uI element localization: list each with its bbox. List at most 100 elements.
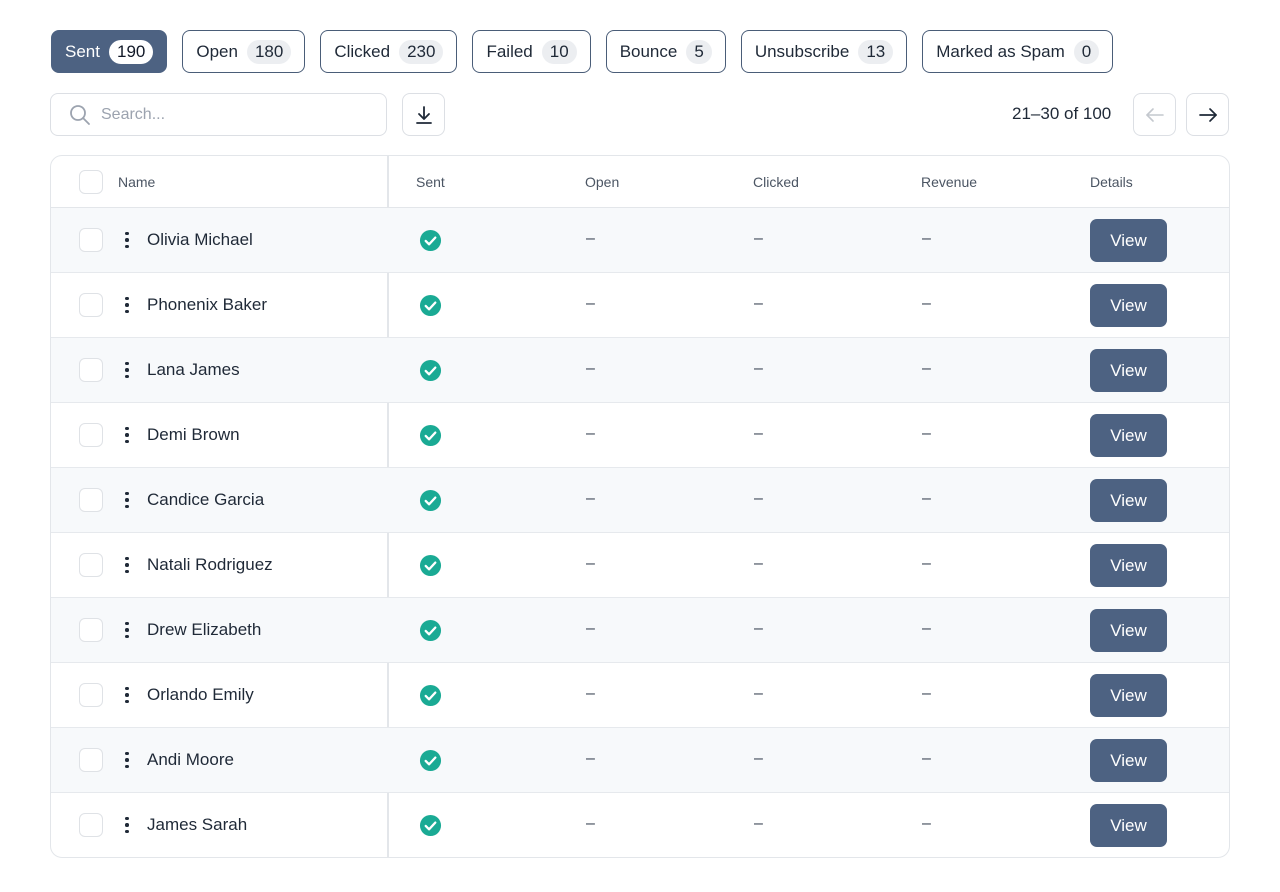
open-value: – xyxy=(586,425,595,442)
clicked-value: – xyxy=(754,750,763,767)
revenue-value: – xyxy=(922,425,931,442)
table-row: Lana James – – – View xyxy=(51,338,1229,403)
clicked-value: – xyxy=(754,815,763,832)
revenue-value: – xyxy=(922,555,931,572)
view-details-button[interactable]: View xyxy=(1090,349,1167,392)
more-options-icon[interactable] xyxy=(121,814,133,836)
column-header-revenue: Revenue xyxy=(921,174,978,190)
check-circle-icon xyxy=(419,489,442,512)
more-options-icon[interactable] xyxy=(121,684,133,706)
revenue-value: – xyxy=(922,360,931,377)
column-header-name: Name xyxy=(118,174,156,190)
download-icon xyxy=(415,105,432,124)
filter-tab-sent[interactable]: Sent 190 xyxy=(51,30,168,73)
row-checkbox[interactable] xyxy=(79,553,103,577)
view-details-button[interactable]: View xyxy=(1090,674,1167,717)
open-value: – xyxy=(586,815,595,832)
more-options-icon[interactable] xyxy=(121,489,133,511)
open-value: – xyxy=(586,360,595,377)
arrow-left-icon xyxy=(1145,107,1164,122)
view-details-button[interactable]: View xyxy=(1090,804,1167,847)
column-header-details: Details xyxy=(1090,174,1133,190)
filter-tab-label: Bounce xyxy=(619,41,678,61)
view-details-button[interactable]: View xyxy=(1090,414,1167,457)
table-row: Demi Brown – – – View xyxy=(51,403,1229,468)
clicked-value: – xyxy=(754,295,763,312)
more-options-icon[interactable] xyxy=(121,749,133,771)
clicked-value: – xyxy=(754,620,763,637)
search-box[interactable] xyxy=(50,93,387,136)
row-checkbox[interactable] xyxy=(79,293,103,317)
check-circle-icon xyxy=(419,229,442,252)
column-header-open: Open xyxy=(585,174,620,190)
recipient-name: Andi Moore xyxy=(147,750,234,769)
more-options-icon[interactable] xyxy=(121,359,133,381)
table-body: Olivia Michael – – – View Phonenix Baker – – – Vi… xyxy=(51,208,1229,857)
search-input[interactable] xyxy=(101,105,361,124)
filter-tab-unsubscribe[interactable]: Unsubscribe 13 xyxy=(740,30,908,73)
table-row: Phonenix Baker – – – View xyxy=(51,273,1229,338)
revenue-value: – xyxy=(922,620,931,637)
row-checkbox[interactable] xyxy=(79,423,103,447)
next-page-button[interactable] xyxy=(1186,93,1229,136)
previous-page-button[interactable] xyxy=(1133,93,1176,136)
open-value: – xyxy=(586,685,595,702)
more-options-icon[interactable] xyxy=(121,554,133,576)
filter-tab-open[interactable]: Open 180 xyxy=(182,30,306,73)
more-options-icon[interactable] xyxy=(121,424,133,446)
filter-tab-clicked[interactable]: Clicked 230 xyxy=(320,30,458,73)
table-row: Drew Elizabeth – – – View xyxy=(51,598,1229,663)
row-checkbox[interactable] xyxy=(79,488,103,512)
recipient-name: Phonenix Baker xyxy=(147,295,268,314)
row-checkbox[interactable] xyxy=(79,618,103,642)
search-icon xyxy=(70,104,90,125)
open-value: – xyxy=(586,620,595,637)
filter-tab-count-badge: 0 xyxy=(1073,39,1100,64)
filter-tab-label: Unsubscribe xyxy=(754,41,850,61)
revenue-value: – xyxy=(922,750,931,767)
filter-tab-count-badge: 10 xyxy=(541,39,577,64)
view-details-button[interactable]: View xyxy=(1090,544,1167,587)
recipient-name: Natali Rodriguez xyxy=(147,555,273,574)
filter-tab-marked-as-spam[interactable]: Marked as Spam 0 xyxy=(922,30,1114,73)
filter-tab-failed[interactable]: Failed 10 xyxy=(472,30,591,73)
table-row: Andi Moore – – – View xyxy=(51,728,1229,793)
more-options-icon[interactable] xyxy=(121,619,133,641)
view-details-button[interactable]: View xyxy=(1090,739,1167,782)
revenue-value: – xyxy=(922,295,931,312)
revenue-value: – xyxy=(922,490,931,507)
row-checkbox[interactable] xyxy=(79,683,103,707)
filter-tab-bounce[interactable]: Bounce 5 xyxy=(605,30,726,73)
row-checkbox[interactable] xyxy=(79,228,103,252)
open-value: – xyxy=(586,750,595,767)
filter-tab-label: Marked as Spam xyxy=(936,41,1065,61)
row-checkbox[interactable] xyxy=(79,813,103,837)
view-details-button[interactable]: View xyxy=(1090,609,1167,652)
row-checkbox[interactable] xyxy=(79,748,103,772)
check-circle-icon xyxy=(419,684,442,707)
column-header-clicked: Clicked xyxy=(753,174,799,190)
arrow-right-icon xyxy=(1198,107,1217,122)
check-circle-icon xyxy=(419,554,442,577)
open-value: – xyxy=(586,490,595,507)
check-circle-icon xyxy=(419,294,442,317)
filter-tab-label: Clicked xyxy=(334,41,391,61)
filter-tab-count-badge: 190 xyxy=(108,39,154,64)
view-details-button[interactable]: View xyxy=(1090,284,1167,327)
more-options-icon[interactable] xyxy=(121,229,133,251)
filter-tab-count-badge: 5 xyxy=(686,39,712,64)
filter-tab-label: Failed xyxy=(486,41,533,61)
check-circle-icon xyxy=(419,814,442,837)
filter-tab-count-badge: 180 xyxy=(246,39,292,64)
revenue-value: – xyxy=(922,685,931,702)
row-checkbox[interactable] xyxy=(79,358,103,382)
table-row: Olivia Michael – – – View xyxy=(51,208,1229,273)
table-row: Orlando Emily – – – View xyxy=(51,663,1229,728)
view-details-button[interactable]: View xyxy=(1090,479,1167,522)
download-button[interactable] xyxy=(402,93,445,136)
view-details-button[interactable]: View xyxy=(1090,219,1167,262)
table-row: Natali Rodriguez – – – View xyxy=(51,533,1229,598)
recipient-name: Candice Garcia xyxy=(147,490,265,509)
select-all-checkbox[interactable] xyxy=(79,170,103,194)
more-options-icon[interactable] xyxy=(121,294,133,316)
